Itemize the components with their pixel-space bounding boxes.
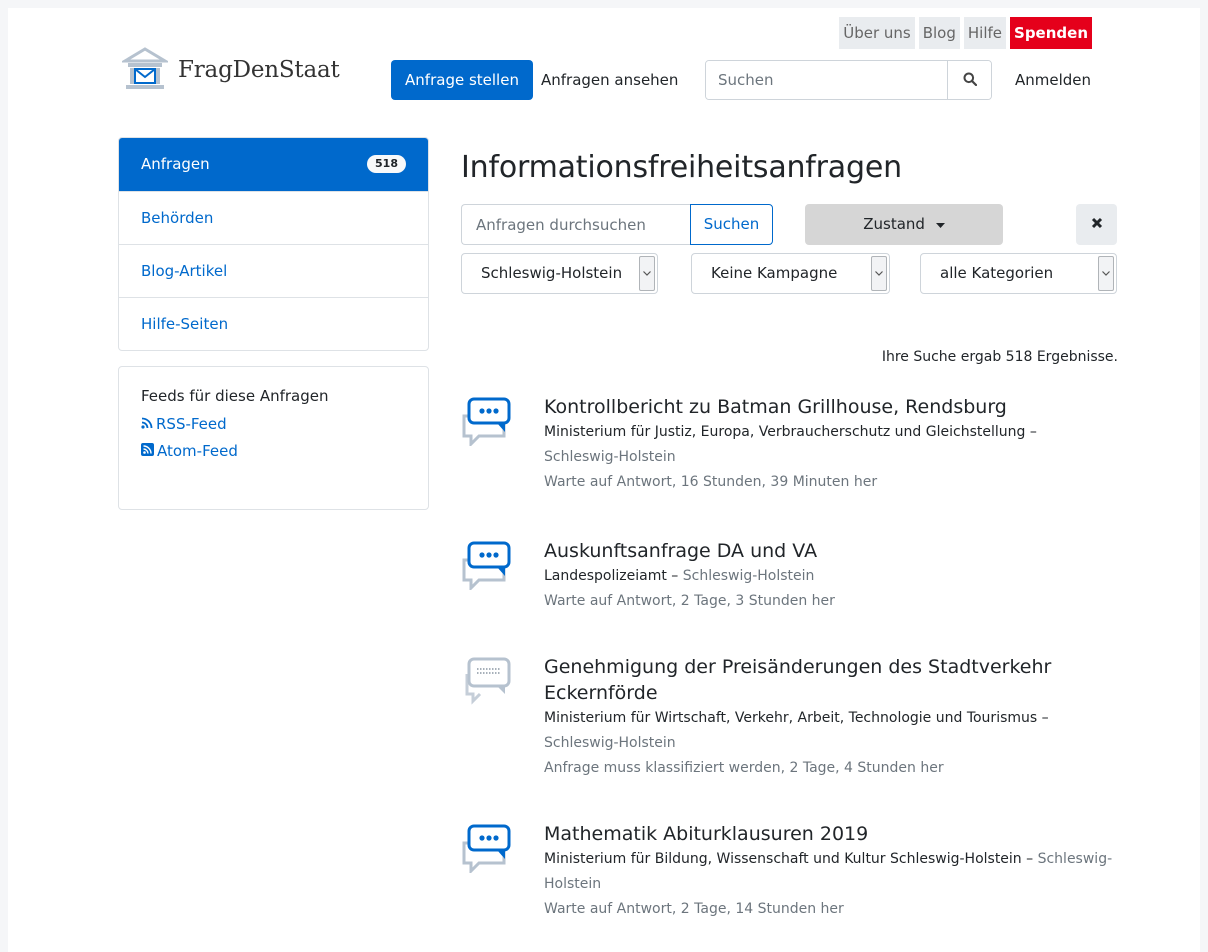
caret-down-icon xyxy=(935,204,945,245)
request-list-item: Mathematik Abiturklausuren 2019 Minister… xyxy=(461,821,1121,936)
count-badge: 518 xyxy=(367,155,406,173)
campaign-select[interactable]: Keine Kampagne xyxy=(691,253,890,294)
request-authority-line: Ministerium für Justiz, Europa, Verbrauc… xyxy=(544,424,1037,465)
chevron-down-icon xyxy=(639,256,655,291)
authority-link[interactable]: Ministerium für Justiz, Europa, Verbrauc… xyxy=(544,424,1025,440)
sidebar-item-label: Anfragen xyxy=(141,155,210,173)
jurisdiction-select[interactable]: Schleswig-Holstein xyxy=(461,253,658,294)
category-select[interactable]: alle Kategorien xyxy=(920,253,1117,294)
clear-filters-button[interactable] xyxy=(1076,204,1117,245)
header-search xyxy=(705,60,992,100)
request-list-item: Genehmigung der Preisänderungen des Stad… xyxy=(461,654,1121,789)
top-links: Über uns Blog Hilfe Spenden xyxy=(839,17,1092,49)
header-search-button[interactable] xyxy=(947,61,991,99)
feeds-panel: Feeds für diese Anfragen RSS-Feed Atom-F… xyxy=(118,366,429,510)
authority-link[interactable]: Ministerium für Wirtschaft, Verkehr, Arb… xyxy=(544,710,1037,726)
about-link[interactable]: Über uns xyxy=(839,17,915,49)
request-status: Warte auf Antwort, 2 Tage, 3 Stunden her xyxy=(544,593,835,609)
awaiting-response-chat-icon xyxy=(461,821,517,877)
make-request-button[interactable]: Anfrage stellen xyxy=(391,60,533,100)
sidebar-item-blog-articles[interactable]: Blog-Artikel xyxy=(119,244,428,297)
status-dropdown-label: Zustand xyxy=(863,215,925,233)
request-status: Anfrage muss klassifiziert werden, 2 Tag… xyxy=(544,760,944,776)
atom-feed-link[interactable]: Atom-Feed xyxy=(141,438,406,465)
feeds-title: Feeds für diese Anfragen xyxy=(141,387,329,405)
close-icon xyxy=(1091,214,1103,234)
sidebar-item-label: Behörden xyxy=(141,209,214,227)
authority-link[interactable]: Landespolizeiamt xyxy=(544,568,667,584)
request-title-link[interactable]: Auskunftsanfrage DA und VA xyxy=(544,538,1114,564)
jurisdiction-select-value: Schleswig-Holstein xyxy=(481,264,623,282)
sidebar-item-requests[interactable]: Anfragen 518 xyxy=(119,138,428,191)
request-title-link[interactable]: Mathematik Abiturklausuren 2019 xyxy=(544,821,1114,847)
blog-link[interactable]: Blog xyxy=(918,17,960,49)
sidebar-item-label: Blog-Artikel xyxy=(141,262,228,280)
jurisdiction-link[interactable]: Schleswig-Holstein xyxy=(544,735,676,751)
jurisdiction-link[interactable]: Schleswig-Holstein xyxy=(544,449,676,465)
logo-text: FragDenStaat xyxy=(178,57,340,83)
request-authority-line: Ministerium für Wirtschaft, Verkehr, Arb… xyxy=(544,710,1049,751)
sidebar-nav: Anfragen 518 Behörden Blog-Artikel Hilfe… xyxy=(118,137,429,351)
request-title-link[interactable]: Kontrollbericht zu Batman Grillhouse, Re… xyxy=(544,394,1114,420)
sidebar-item-label: Hilfe-Seiten xyxy=(141,315,229,333)
help-link[interactable]: Hilfe xyxy=(963,17,1007,49)
rss-feed-link[interactable]: RSS-Feed xyxy=(141,411,406,438)
site-logo[interactable]: FragDenStaat xyxy=(119,46,340,94)
results-count: Ihre Suche ergab 518 Ergebnisse. xyxy=(881,349,1118,365)
sidebar-item-help-pages[interactable]: Hilfe-Seiten xyxy=(119,297,428,350)
request-search-input[interactable] xyxy=(461,204,691,245)
request-title-link[interactable]: Genehmigung der Preisänderungen des Stad… xyxy=(544,654,1114,706)
request-status: Warte auf Antwort, 16 Stunden, 39 Minute… xyxy=(544,474,878,490)
chevron-down-icon xyxy=(1098,256,1114,291)
request-list-item: Kontrollbericht zu Batman Grillhouse, Re… xyxy=(461,394,1121,504)
request-status: Warte auf Antwort, 2 Tage, 14 Stunden he… xyxy=(544,901,844,917)
awaiting-response-chat-icon xyxy=(461,394,517,450)
atom-feed-label: Atom-Feed xyxy=(157,442,238,460)
view-requests-link[interactable]: Anfragen ansehen xyxy=(541,60,678,100)
status-dropdown-button[interactable]: Zustand xyxy=(805,204,1003,245)
request-list-item: Auskunftsanfrage DA und VA Landespolizei… xyxy=(461,538,1121,628)
jurisdiction-link[interactable]: Schleswig-Holstein xyxy=(683,568,815,584)
login-link[interactable]: Anmelden xyxy=(1015,60,1091,100)
building-mail-logo-icon xyxy=(119,46,171,94)
rss-square-icon xyxy=(141,438,154,465)
sidebar-item-authorities[interactable]: Behörden xyxy=(119,191,428,244)
campaign-select-value: Keine Kampagne xyxy=(711,264,838,282)
authority-link[interactable]: Ministerium für Bildung, Wissenschaft un… xyxy=(544,851,1022,867)
rss-icon xyxy=(141,411,153,438)
category-select-value: alle Kategorien xyxy=(940,264,1054,282)
request-authority-line: Ministerium für Bildung, Wissenschaft un… xyxy=(544,851,1113,892)
header-search-input[interactable] xyxy=(706,61,947,99)
request-authority-line: Landespolizeiamt – Schleswig-Holstein xyxy=(544,568,815,584)
rss-feed-label: RSS-Feed xyxy=(156,415,227,433)
donate-link[interactable]: Spenden xyxy=(1010,17,1092,49)
search-icon xyxy=(963,71,977,90)
request-search-button[interactable]: Suchen xyxy=(690,204,773,245)
page-title: Informationsfreiheitsanfragen xyxy=(461,150,902,185)
needs-classification-chat-icon xyxy=(461,654,517,710)
page: Über uns Blog Hilfe Spenden FragDenStaat… xyxy=(8,8,1200,952)
chevron-down-icon xyxy=(871,256,887,291)
awaiting-response-chat-icon xyxy=(461,538,517,594)
